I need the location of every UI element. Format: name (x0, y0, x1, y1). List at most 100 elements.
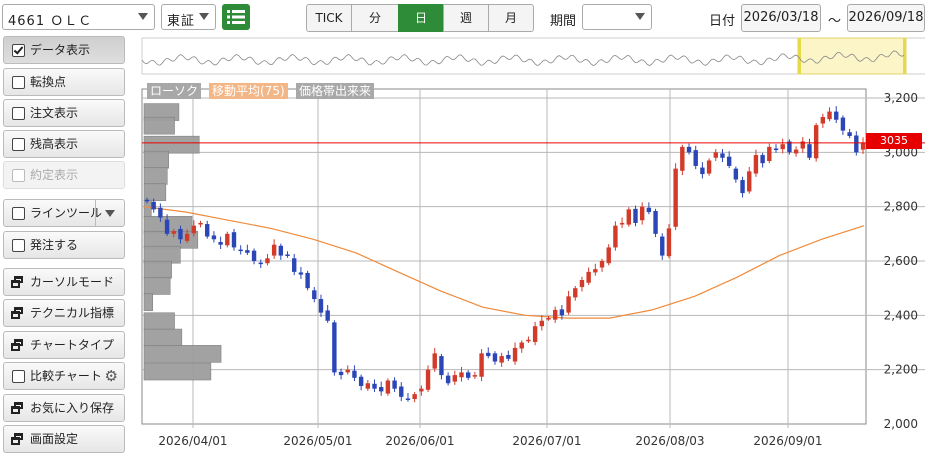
legend-moving-average[interactable]: 移動平均(75) (209, 83, 288, 99)
period-day[interactable]: 日 (398, 4, 444, 32)
candle-body (392, 380, 397, 389)
x-tick-label: 2026/07/01 (512, 434, 581, 448)
candle-body (827, 111, 832, 120)
sidebar-item-label: テクニカル指標 (30, 306, 115, 320)
candle-body (278, 245, 284, 256)
y-tick-label: 3,200 (884, 91, 918, 105)
candle-body (432, 353, 437, 369)
candle-body (184, 233, 190, 241)
candle-body (271, 244, 277, 256)
symbol-select[interactable]: 4661 ＯＬＣ (2, 4, 155, 30)
y-tick-label: 2,600 (884, 254, 918, 268)
candle-body (639, 206, 645, 221)
candle-body (399, 386, 404, 397)
sidebar-item-label: データ表示 (30, 43, 91, 57)
volume-profile-bar (143, 245, 181, 264)
period-week[interactable]: 週 (443, 4, 489, 32)
execution-display-button: 約定表示 (3, 161, 125, 189)
candle-body (345, 369, 350, 373)
date-label: 日付 (709, 14, 736, 29)
candle-body (820, 117, 826, 124)
x-tick-label: 2026/06/01 (385, 434, 454, 448)
x-tick-label: 2026/09/01 (753, 434, 822, 448)
candle-body (171, 231, 176, 234)
candle-body (626, 209, 631, 225)
period-month[interactable]: 月 (488, 4, 534, 32)
sidebar-item-label: 発注する (30, 238, 79, 252)
date-to-input[interactable]: 2026/09/18 (847, 4, 925, 32)
candle-body (439, 356, 444, 376)
candle-body (144, 199, 150, 202)
candle-body (740, 180, 745, 194)
chart-type-button[interactable]: チャートタイプ (3, 331, 125, 359)
legend-volume-profile[interactable]: 価格帯出来来 (296, 83, 375, 99)
candle-body (452, 375, 458, 382)
chevron-down-icon[interactable] (95, 200, 124, 226)
x-tick-label: 2026/04/01 (158, 434, 227, 448)
candle-body (198, 222, 203, 225)
save-favorite-button[interactable]: お気に入り保存 (3, 394, 125, 422)
sidebar-item-label: 画面設定 (30, 432, 79, 446)
place-order-button[interactable]: 発注する (3, 231, 125, 259)
candle-body (753, 155, 759, 174)
window-icon (11, 339, 24, 351)
candle-body (646, 207, 652, 213)
cursor-mode-button[interactable]: カーソルモード (3, 268, 125, 296)
data-display-button[interactable]: データ表示 (3, 36, 125, 64)
candle-body (747, 171, 752, 192)
candle-body (372, 383, 377, 389)
sidebar-item-label: カーソルモード (30, 275, 115, 289)
list-button[interactable] (222, 4, 250, 30)
line-tool-button[interactable]: ラインツール (3, 199, 125, 227)
balance-display-button[interactable]: 残高表示 (3, 130, 125, 158)
candle-body (205, 224, 210, 237)
candle-body (780, 144, 785, 150)
candle-body (566, 296, 571, 313)
candle-body (499, 356, 504, 363)
candle-body (465, 372, 471, 378)
volume-profile-bar (143, 260, 172, 279)
window-icon (11, 276, 24, 288)
candle-body (285, 254, 290, 256)
candle-body (151, 201, 156, 210)
order-display-button[interactable]: 注文表示 (3, 99, 125, 127)
sidebar-item-label: 残高表示 (30, 137, 79, 151)
candle-body (793, 149, 799, 154)
candle-body (379, 387, 384, 392)
candle-body (586, 271, 591, 283)
candle-body (419, 388, 424, 392)
candle-body (164, 219, 170, 234)
candle-body (298, 272, 304, 275)
candle-body (486, 352, 491, 357)
candle-body (365, 383, 371, 389)
candle-body (653, 211, 658, 234)
period-minute[interactable]: 分 (351, 4, 399, 32)
compare-chart-button[interactable]: 比較チャート ⚙ (3, 362, 125, 390)
candle-body (472, 375, 478, 377)
candle-body (666, 228, 672, 257)
candle-body (258, 262, 263, 265)
period-tick[interactable]: TICK (306, 4, 352, 32)
date-from-input[interactable]: 2026/03/18 (741, 4, 821, 32)
chevron-down-icon (199, 13, 209, 20)
chevron-down-icon (635, 13, 645, 20)
candle-body (352, 370, 357, 378)
turning-point-button[interactable]: 転換点 (3, 68, 125, 96)
screen-settings-button[interactable]: 画面設定 (3, 425, 125, 453)
gear-icon[interactable]: ⚙ (105, 368, 118, 384)
candle-body (325, 310, 330, 321)
candle-body (680, 146, 685, 171)
legend-candle[interactable]: ローソク (147, 83, 202, 99)
candle-body (292, 258, 297, 272)
candle-body (338, 371, 344, 376)
market-select[interactable]: 東証 (161, 4, 216, 30)
candle-body (860, 142, 866, 150)
range-select[interactable] (582, 4, 652, 30)
checkbox-icon (12, 169, 25, 182)
chevron-down-icon (138, 13, 148, 20)
volume-profile-bar (143, 362, 212, 381)
technical-indicator-button[interactable]: テクニカル指標 (3, 299, 125, 327)
overview-handle-left (798, 38, 801, 74)
volume-profile-bar (143, 167, 168, 185)
candle-body (305, 272, 310, 289)
